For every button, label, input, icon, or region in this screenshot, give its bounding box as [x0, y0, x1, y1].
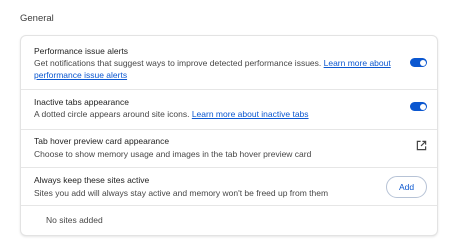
performance-alerts-description-text: Get notifications that suggest ways to i… — [34, 58, 324, 68]
toggle-knob — [419, 103, 426, 110]
inactive-tabs-description: A dotted circle appears around site icon… — [34, 108, 394, 120]
performance-alerts-toggle[interactable] — [410, 58, 427, 67]
general-settings-card: Performance issue alerts Get notificatio… — [20, 35, 438, 236]
divider — [21, 129, 437, 130]
keep-active-description: Sites you add will always stay active an… — [34, 188, 329, 198]
hover-preview-title: Tab hover preview card appearance — [34, 136, 170, 146]
performance-alerts-title: Performance issue alerts — [34, 46, 129, 56]
performance-alerts-description: Get notifications that suggest ways to i… — [34, 57, 394, 81]
open-in-new-icon[interactable] — [416, 140, 427, 151]
section-title: General — [20, 13, 54, 24]
hover-preview-description: Choose to show memory usage and images i… — [34, 149, 312, 159]
inactive-tabs-description-text: A dotted circle appears around site icon… — [34, 109, 192, 119]
add-site-button[interactable]: Add — [386, 176, 427, 198]
no-sites-text: No sites added — [46, 215, 103, 225]
divider — [21, 167, 437, 168]
inactive-tabs-toggle[interactable] — [410, 102, 427, 111]
inactive-tabs-title: Inactive tabs appearance — [34, 97, 129, 107]
inactive-tabs-learn-more-link[interactable]: Learn more about inactive tabs — [192, 109, 309, 119]
keep-active-title: Always keep these sites active — [34, 175, 150, 185]
toggle-knob — [419, 59, 426, 66]
divider — [21, 89, 437, 90]
divider — [21, 205, 437, 206]
